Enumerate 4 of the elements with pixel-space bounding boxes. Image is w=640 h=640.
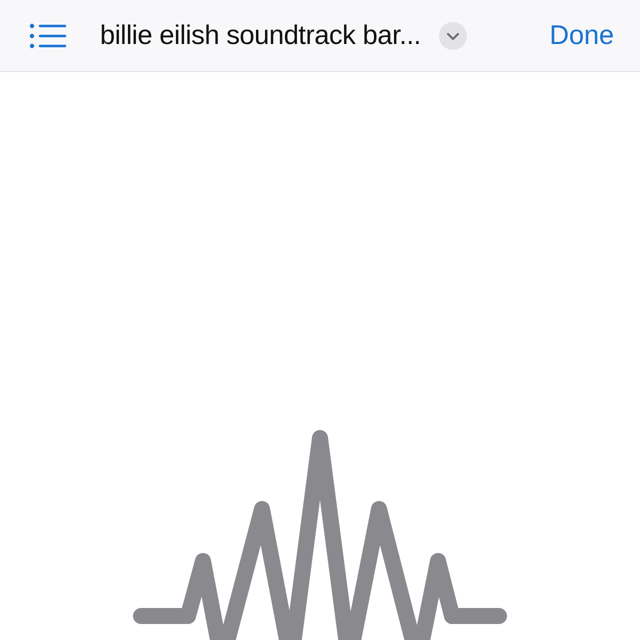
done-button[interactable]: Done — [549, 20, 626, 51]
list-icon[interactable] — [29, 22, 67, 48]
file-title: billie eilish soundtrack bar... — [100, 20, 421, 51]
chevron-down-icon[interactable] — [438, 22, 467, 50]
